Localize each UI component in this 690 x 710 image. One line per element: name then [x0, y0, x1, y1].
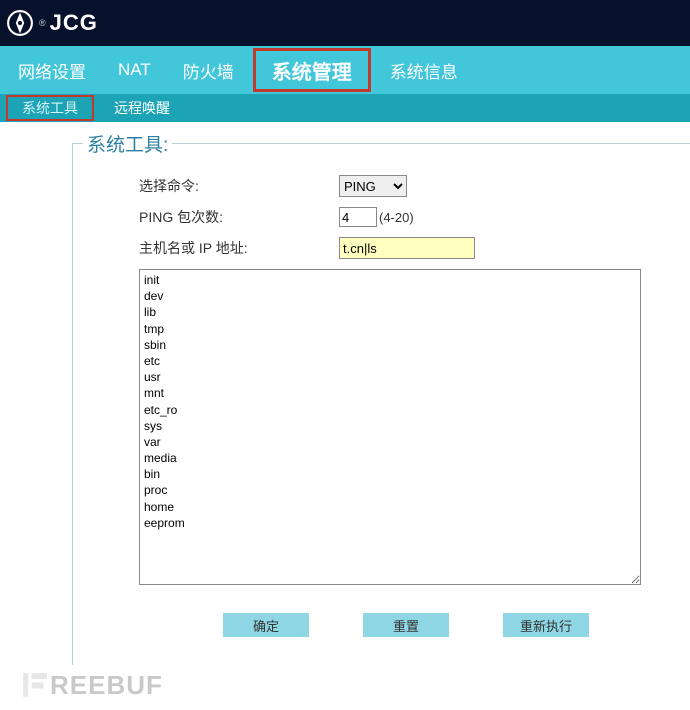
select-command[interactable]: PING — [339, 175, 407, 197]
content-area: 系统工具: 选择命令: PING PING 包次数: (4-20) 主机名或 I… — [0, 122, 690, 665]
brand-name: JCG — [50, 10, 98, 36]
nav-tab-system-info[interactable]: 系统信息 — [374, 46, 474, 94]
label-host: 主机名或 IP 地址: — [139, 238, 339, 258]
row-command: 选择命令: PING — [139, 175, 680, 197]
panel-legend: 系统工具: — [83, 130, 172, 157]
label-count: PING 包次数: — [139, 207, 339, 227]
brand-reg-mark: ® — [39, 18, 46, 28]
subnav-tab-tools[interactable]: 系统工具 — [6, 95, 94, 121]
nav-tab-network[interactable]: 网络设置 — [2, 46, 102, 94]
output-textarea[interactable]: init dev lib tmp sbin etc usr mnt etc_ro… — [139, 269, 641, 585]
header-bar: ® JCG — [0, 0, 690, 46]
row-host: 主机名或 IP 地址: — [139, 237, 680, 259]
watermark-text: REEBUF — [50, 670, 163, 701]
label-command: 选择命令: — [139, 176, 339, 196]
main-nav: 网络设置 NAT 防火墙 系统管理 系统信息 — [0, 46, 690, 94]
row-count: PING 包次数: (4-20) — [139, 207, 680, 227]
reset-button[interactable]: 重置 — [363, 613, 449, 637]
watermark-icon — [18, 668, 52, 702]
rerun-button[interactable]: 重新执行 — [503, 613, 589, 637]
nav-tab-system-manage[interactable]: 系统管理 — [253, 48, 371, 92]
watermark: REEBUF — [18, 668, 163, 702]
brand-logo: ® JCG — [6, 9, 98, 37]
hint-count-range: (4-20) — [379, 210, 414, 225]
nav-tab-nat[interactable]: NAT — [102, 46, 167, 94]
brand-logo-icon — [6, 9, 34, 37]
subnav-tab-wol[interactable]: 远程唤醒 — [100, 94, 184, 122]
input-count[interactable] — [339, 207, 377, 227]
input-host[interactable] — [339, 237, 475, 259]
ok-button[interactable]: 确定 — [223, 613, 309, 637]
button-row: 确定 重置 重新执行 — [223, 613, 680, 637]
sub-nav: 系统工具 远程唤醒 — [0, 94, 690, 122]
tools-panel: 系统工具: 选择命令: PING PING 包次数: (4-20) 主机名或 I… — [72, 130, 690, 665]
nav-tab-firewall[interactable]: 防火墙 — [167, 46, 250, 94]
